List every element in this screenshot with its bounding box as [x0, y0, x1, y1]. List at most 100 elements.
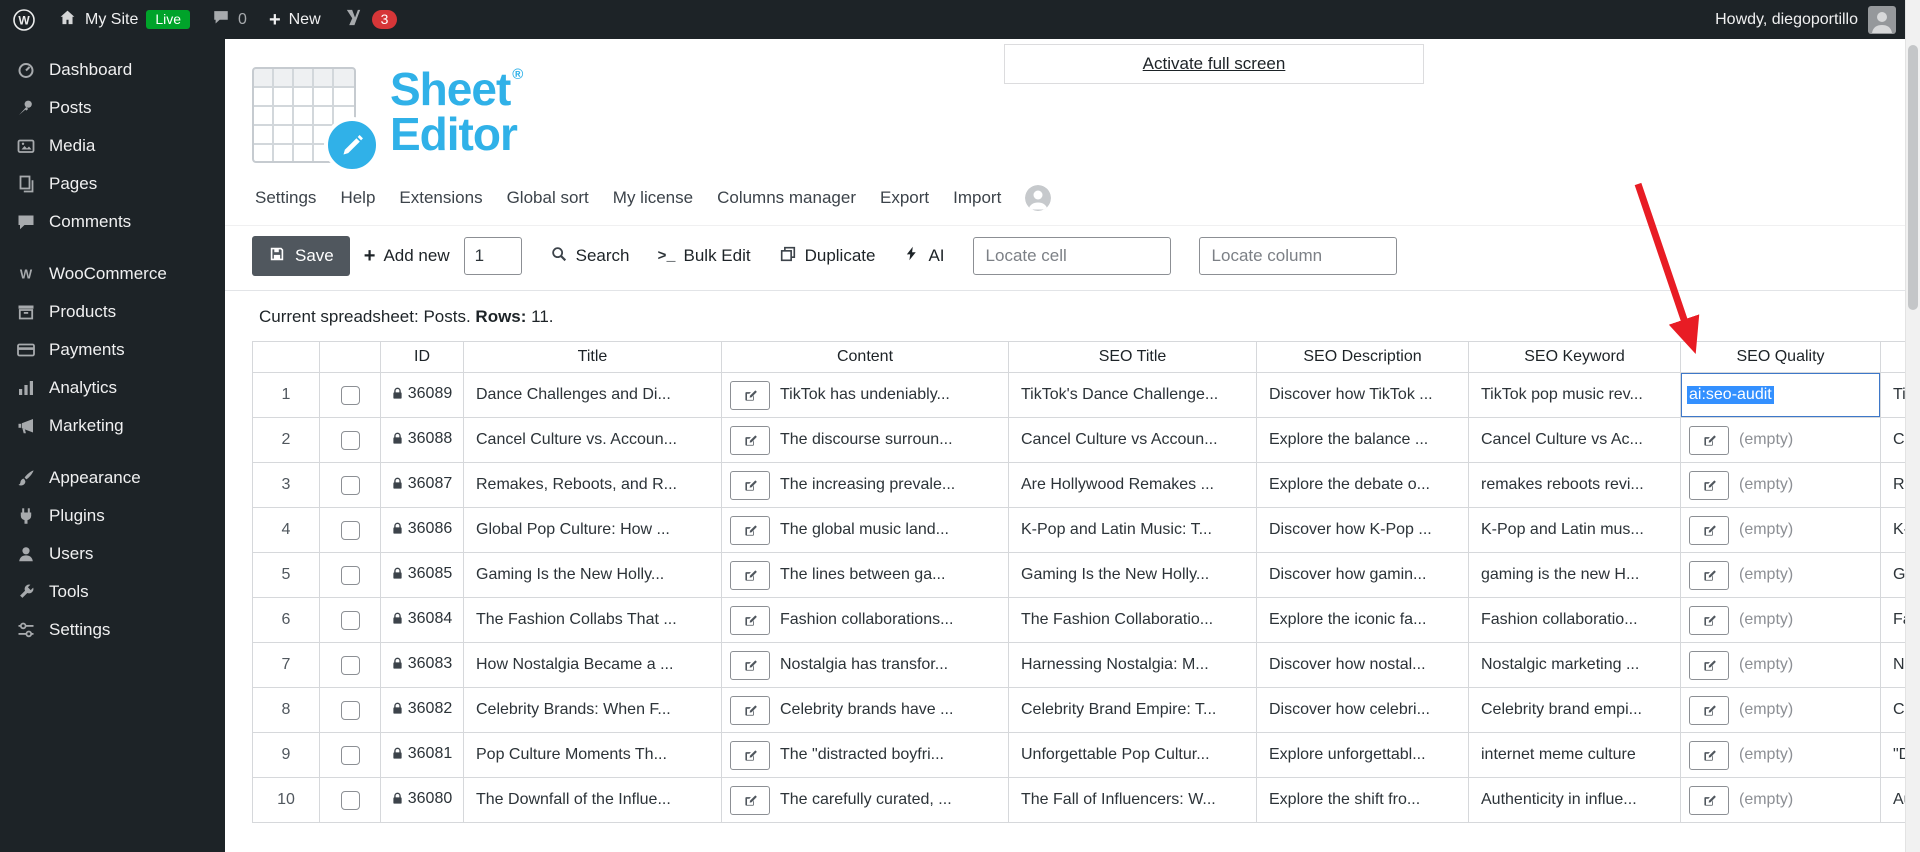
seo-quality-cell[interactable]: (empty)	[1680, 507, 1881, 553]
sidebar-item-comments[interactable]: Comments	[0, 203, 225, 241]
row-checkbox[interactable]	[340, 700, 360, 720]
seo-keyword-cell[interactable]: gaming is the new H...	[1468, 552, 1681, 598]
row-checkbox[interactable]	[340, 385, 360, 405]
sidebar-item-media[interactable]: Media	[0, 127, 225, 165]
menu-item-extensions[interactable]: Extensions	[399, 188, 482, 208]
sidebar-item-settings[interactable]: Settings	[0, 611, 225, 649]
column-header-title[interactable]: Title	[463, 341, 722, 373]
seo-keyword-cell[interactable]: K-Pop and Latin mus...	[1468, 507, 1681, 553]
id-cell[interactable]: 36089	[380, 372, 464, 418]
seo-title-cell[interactable]: Cancel Culture vs Accoun...	[1008, 417, 1257, 463]
seo-description-cell[interactable]: Discover how K-Pop ...	[1256, 507, 1469, 553]
id-cell[interactable]: 36085	[380, 552, 464, 598]
edit-content-button[interactable]	[730, 695, 770, 725]
ai-button[interactable]: AI	[903, 245, 945, 267]
checkbox-cell[interactable]	[319, 372, 381, 418]
bulk-edit-button[interactable]: >_ Bulk Edit	[657, 246, 750, 266]
activate-fullscreen-link[interactable]: Activate full screen	[1143, 54, 1286, 74]
seo-description-cell[interactable]: Discover how celebri...	[1256, 687, 1469, 733]
sidebar-item-plugins[interactable]: Plugins	[0, 497, 225, 535]
wordpress-logo-icon[interactable]: W	[12, 8, 36, 32]
content-cell[interactable]: Fashion collaborations...	[721, 597, 1009, 643]
row-checkbox[interactable]	[340, 475, 360, 495]
title-cell[interactable]: Gaming Is the New Holly...	[463, 552, 722, 598]
id-cell[interactable]: 36080	[380, 777, 464, 823]
sidebar-item-marketing[interactable]: Marketing	[0, 407, 225, 445]
id-cell[interactable]: 36086	[380, 507, 464, 553]
row-checkbox[interactable]	[340, 520, 360, 540]
title-cell[interactable]: The Fashion Collabs That ...	[463, 597, 722, 643]
edit-content-button[interactable]	[730, 785, 770, 815]
seo-quality-cell[interactable]: (empty)	[1680, 732, 1881, 778]
checkbox-cell[interactable]	[319, 462, 381, 508]
row-checkbox[interactable]	[340, 610, 360, 630]
seo-keyword-cell[interactable]: TikTok pop music rev...	[1468, 372, 1681, 418]
account-icon[interactable]	[1025, 185, 1052, 211]
checkbox-cell[interactable]	[319, 552, 381, 598]
user-avatar[interactable]	[1868, 5, 1896, 34]
seo-quality-cell[interactable]: (empty)	[1680, 642, 1881, 688]
locate-cell-input[interactable]	[972, 237, 1171, 275]
edit-seo-quality-button[interactable]	[1689, 515, 1729, 545]
save-button[interactable]: Save	[252, 236, 350, 276]
edit-content-button[interactable]	[730, 380, 770, 410]
seo-keyword-cell[interactable]: Nostalgic marketing ...	[1468, 642, 1681, 688]
edit-seo-quality-button[interactable]	[1689, 785, 1729, 815]
duplicate-button[interactable]: Duplicate	[779, 245, 875, 268]
seo-keyword-cell[interactable]: Authenticity in influe...	[1468, 777, 1681, 823]
menu-item-export[interactable]: Export	[880, 188, 929, 208]
id-cell[interactable]: 36082	[380, 687, 464, 733]
edit-content-button[interactable]	[730, 650, 770, 680]
yoast-menu[interactable]: 3	[343, 7, 398, 33]
sidebar-item-pages[interactable]: Pages	[0, 165, 225, 203]
sidebar-item-dashboard[interactable]: Dashboard	[0, 51, 225, 89]
seo-quality-cell[interactable]: (empty)	[1680, 777, 1881, 823]
seo-description-cell[interactable]: Explore the shift fro...	[1256, 777, 1469, 823]
content-cell[interactable]: The "distracted boyfri...	[721, 732, 1009, 778]
seo-description-cell[interactable]: Discover how TikTok ...	[1256, 372, 1469, 418]
active-cell-editor[interactable]: ai:seo-audit	[1681, 373, 1880, 417]
fullscreen-toggle[interactable]: Activate full screen	[1004, 44, 1424, 84]
seo-title-cell[interactable]: Celebrity Brand Empire: T...	[1008, 687, 1257, 733]
title-cell[interactable]: Pop Culture Moments Th...	[463, 732, 722, 778]
search-button[interactable]: Search	[550, 245, 629, 268]
sidebar-item-analytics[interactable]: Analytics	[0, 369, 225, 407]
title-cell[interactable]: How Nostalgia Became a ...	[463, 642, 722, 688]
howdy-text[interactable]: Howdy, diegoportillo	[1715, 11, 1858, 29]
seo-title-cell[interactable]: Harnessing Nostalgia: M...	[1008, 642, 1257, 688]
add-new-count-input[interactable]	[463, 237, 522, 275]
seo-quality-cell[interactable]: (empty)	[1680, 597, 1881, 643]
edit-seo-quality-button[interactable]	[1689, 425, 1729, 455]
scrollbar[interactable]	[1905, 0, 1920, 852]
seo-quality-cell[interactable]: (empty) ai:seo-audit	[1680, 372, 1881, 418]
title-cell[interactable]: Remakes, Reboots, and R...	[463, 462, 722, 508]
seo-title-cell[interactable]: The Fashion Collaboratio...	[1008, 597, 1257, 643]
title-cell[interactable]: Celebrity Brands: When F...	[463, 687, 722, 733]
id-cell[interactable]: 36081	[380, 732, 464, 778]
content-cell[interactable]: The global music land...	[721, 507, 1009, 553]
sidebar-item-appearance[interactable]: Appearance	[0, 459, 225, 497]
menu-item-import[interactable]: Import	[953, 188, 1001, 208]
title-cell[interactable]: Dance Challenges and Di...	[463, 372, 722, 418]
locate-column-input[interactable]	[1198, 237, 1397, 275]
menu-item-help[interactable]: Help	[340, 188, 375, 208]
edit-content-button[interactable]	[730, 605, 770, 635]
seo-description-cell[interactable]: Explore unforgettabl...	[1256, 732, 1469, 778]
seo-description-cell[interactable]: Explore the balance ...	[1256, 417, 1469, 463]
row-checkbox[interactable]	[340, 430, 360, 450]
title-cell[interactable]: Cancel Culture vs. Accoun...	[463, 417, 722, 463]
seo-keyword-cell[interactable]: Celebrity brand empi...	[1468, 687, 1681, 733]
seo-title-cell[interactable]: Gaming Is the New Holly...	[1008, 552, 1257, 598]
edit-content-button[interactable]	[730, 740, 770, 770]
checkbox-cell[interactable]	[319, 642, 381, 688]
edit-content-button[interactable]	[730, 425, 770, 455]
sidebar-item-tools[interactable]: Tools	[0, 573, 225, 611]
title-cell[interactable]: The Downfall of the Influe...	[463, 777, 722, 823]
content-cell[interactable]: The lines between ga...	[721, 552, 1009, 598]
column-header-seo-keyword[interactable]: SEO Keyword	[1468, 341, 1681, 373]
seo-quality-cell[interactable]: (empty)	[1680, 462, 1881, 508]
site-menu[interactable]: My Site Live	[58, 8, 191, 32]
content-cell[interactable]: The carefully curated, ...	[721, 777, 1009, 823]
seo-title-cell[interactable]: Are Hollywood Remakes ...	[1008, 462, 1257, 508]
menu-item-settings[interactable]: Settings	[255, 188, 316, 208]
